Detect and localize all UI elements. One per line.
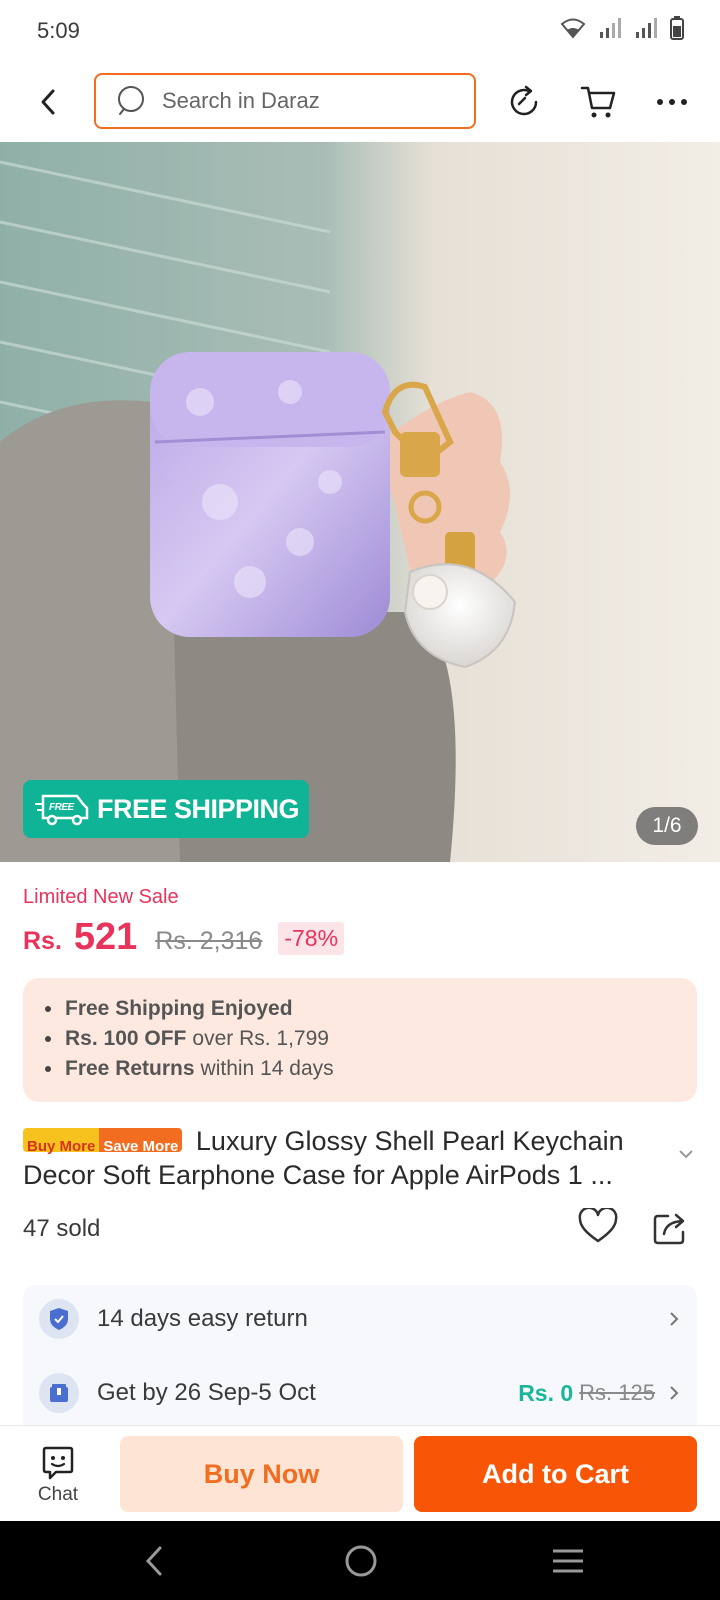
refresh-icon (510, 85, 538, 116)
sold-count: 47 sold (23, 1215, 101, 1242)
benefit-item: Rs. 100 OFF over Rs. 1,799 (45, 1024, 697, 1054)
more-button[interactable] (650, 80, 694, 124)
buy-more-label: Buy More (23, 1127, 100, 1155)
cart-icon (580, 86, 616, 118)
chevron-right-icon (670, 1386, 679, 1400)
wishlist-button[interactable] (578, 1206, 618, 1249)
share-button[interactable] (652, 1210, 688, 1251)
status-bar: 5:09 (0, 0, 720, 62)
search-placeholder: Search in Daraz (162, 88, 320, 113)
chat-icon (42, 1446, 74, 1480)
status-time: 5:09 (37, 18, 80, 43)
chevron-right-icon (670, 1312, 679, 1326)
return-policy-row[interactable]: 14 days easy return (39, 1297, 689, 1341)
price-row: Rs. 521 Rs. 2,316 -78% (23, 916, 345, 959)
bullet-dot (45, 1006, 51, 1012)
benefit-item: Free Shipping Enjoyed (45, 994, 697, 1024)
history-button[interactable] (502, 80, 546, 124)
add-to-cart-button[interactable]: Add to Cart (414, 1436, 697, 1512)
buy-more-save-more-badge: Buy More Save More (23, 1127, 183, 1155)
benefit-bold: Rs. 100 OFF (65, 1027, 187, 1050)
product-photo (0, 142, 720, 862)
nav-recents-button[interactable] (548, 1541, 588, 1581)
bottom-action-bar: Chat Buy Now Add to Cart (0, 1425, 720, 1521)
heart-icon (578, 1206, 618, 1243)
price-original: Rs. 2,316 (155, 927, 263, 955)
benefit-bold: Free Shipping Enjoyed (65, 997, 293, 1020)
top-header: Search in Daraz (0, 62, 720, 142)
benefit-item: Free Returns within 14 days (45, 1054, 697, 1084)
back-button[interactable] (30, 82, 66, 122)
chevron-down-icon (679, 1150, 693, 1159)
search-input[interactable]: Search in Daraz (94, 73, 476, 129)
status-icons (560, 16, 684, 40)
search-icon (118, 86, 144, 115)
buy-now-button[interactable]: Buy Now (120, 1436, 403, 1512)
discount-badge: -78% (278, 922, 345, 955)
signal-icon (600, 18, 621, 38)
bullet-dot (45, 1036, 51, 1042)
package-icon (39, 1373, 79, 1413)
benefits-box: Free Shipping Enjoyed Rs. 100 OFF over R… (23, 978, 697, 1102)
product-image[interactable] (0, 142, 720, 862)
free-shipping-label: FREE SHIPPING (97, 793, 300, 824)
battery-icon (670, 16, 684, 40)
price-current: 521 (73, 916, 138, 958)
nav-back-button[interactable] (134, 1541, 174, 1581)
benefit-rest: within 14 days (200, 1057, 334, 1080)
share-icon (653, 1213, 685, 1245)
bullet-dot (45, 1066, 51, 1072)
free-truck-icon: FREE (35, 794, 89, 826)
image-counter: 1/6 (636, 807, 698, 845)
service-panel: 14 days easy return Get by 26 Sep-5 Oct … (23, 1285, 697, 1430)
nav-home-button[interactable] (341, 1541, 381, 1581)
product-title[interactable]: Buy More Save More Luxury Glossy Shell P… (23, 1124, 673, 1192)
signal-icon-2 (636, 18, 657, 38)
shield-icon (39, 1299, 79, 1339)
price-currency: Rs. (23, 927, 62, 955)
nav-recents-icon (553, 1549, 583, 1573)
shipping-fee-old: Rs. 125 (579, 1380, 655, 1405)
delivery-row[interactable]: Get by 26 Sep-5 Oct Rs. 0 Rs. 125 (39, 1371, 689, 1415)
expand-title-button[interactable] (678, 1146, 694, 1164)
sale-label: Limited New Sale (23, 886, 179, 908)
return-policy-text: 14 days easy return (97, 1305, 308, 1332)
chat-label: Chat (37, 1484, 79, 1505)
free-shipping-badge: FREE FREE SHIPPING (23, 780, 309, 838)
shipping-fee: Rs. 0 Rs. 125 (518, 1380, 679, 1407)
return-chevron (669, 1311, 679, 1327)
chat-button[interactable]: Chat (28, 1446, 88, 1506)
nav-back-icon (145, 1546, 162, 1576)
benefit-rest: over Rs. 1,799 (192, 1027, 329, 1050)
back-icon (41, 89, 55, 115)
benefit-bold: Free Returns (65, 1057, 195, 1080)
free-badge-label: FREE (49, 802, 75, 813)
delivery-estimate: Get by 26 Sep-5 Oct (97, 1379, 316, 1406)
save-more-label: Save More (99, 1127, 183, 1155)
more-icon (657, 99, 687, 105)
cart-button[interactable] (576, 80, 620, 124)
nav-home-icon (345, 1545, 377, 1577)
wifi-icon (560, 18, 586, 39)
system-nav-bar (0, 1521, 720, 1600)
shipping-fee-current: Rs. 0 (518, 1379, 574, 1406)
